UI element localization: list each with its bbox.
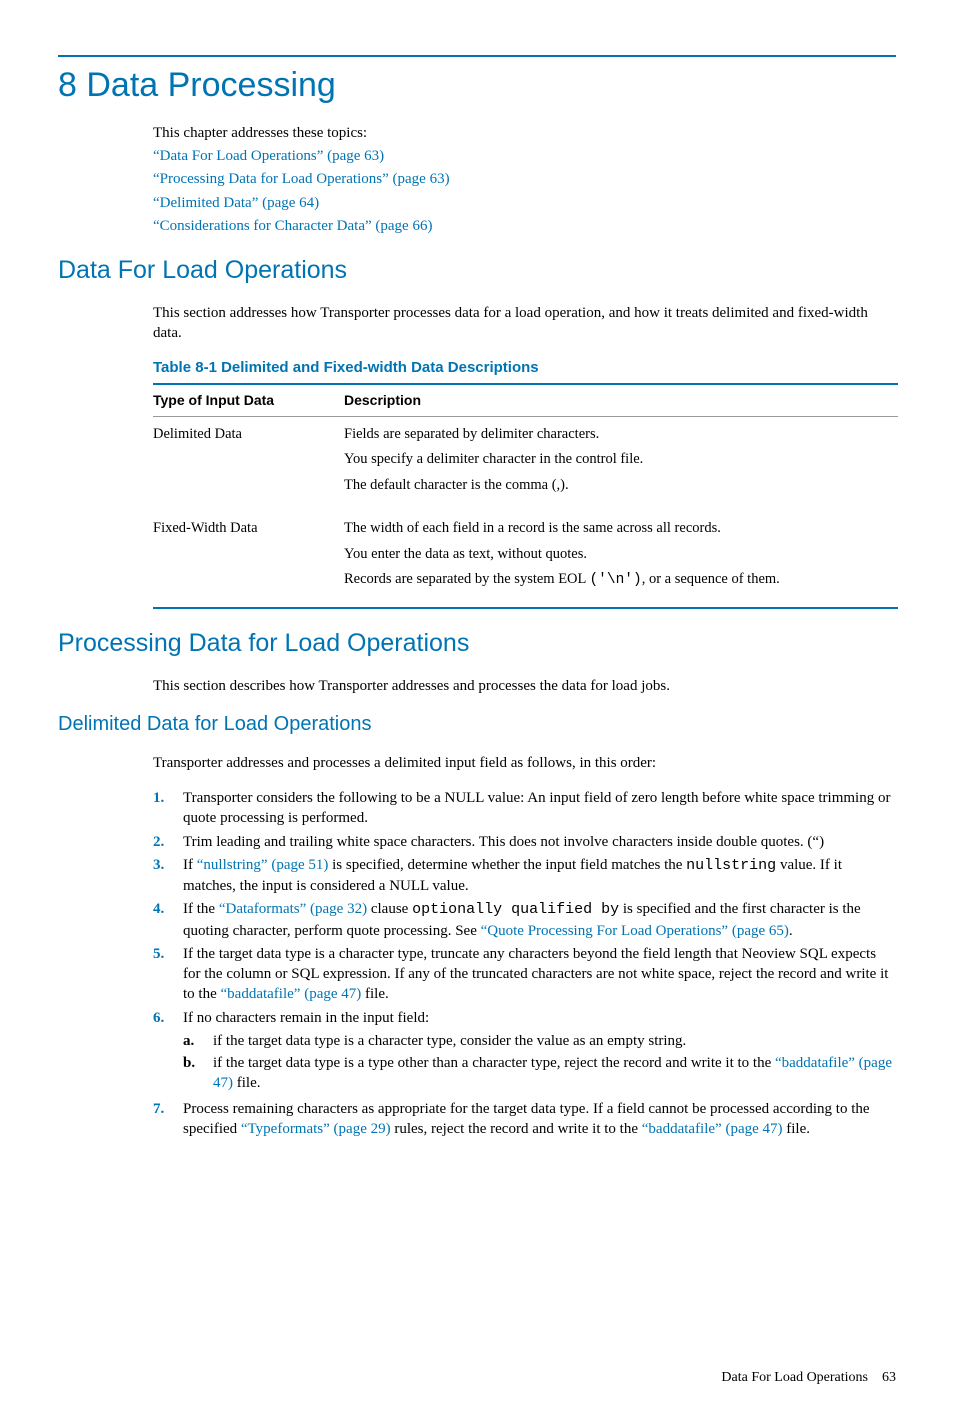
fixed-d3b: ('\n') [589,572,641,588]
table-8-1-title: Table 8-1 Delimited and Fixed-width Data… [153,358,896,378]
xref-baddatafile-1[interactable]: “baddatafile” (page 47) [221,986,362,1002]
chapter-title: 8 Data Processing [58,63,896,109]
footer-page-number: 63 [882,1370,896,1385]
t: If the [183,901,219,917]
xref-quote-processing[interactable]: “Quote Processing For Load Operations” (… [481,923,789,939]
section-data-for-load: Data For Load Operations [58,254,896,288]
th-type: Type of Input Data [153,384,344,416]
t: file. [783,1121,811,1137]
subsection-delimited-data: Delimited Data for Load Operations [58,711,896,738]
intro-lead: This chapter addresses these topics: [153,123,896,143]
footer-label: Data For Load Operations [721,1370,868,1385]
sub-text: if the target data type is a type other … [213,1053,896,1094]
intro-link-4[interactable]: “Considerations for Character Data” (pag… [153,218,432,234]
step-num: 6. [153,1008,183,1096]
xref-baddatafile-3[interactable]: “baddatafile” (page 47) [642,1121,783,1137]
step-1: 1.Transporter considers the following to… [153,788,896,829]
t: clause [367,901,412,917]
step-num: 4. [153,899,183,941]
fixed-d3c: , or a sequence of them. [642,571,780,587]
table-8-1: Type of Input Data Description Delimited… [153,383,898,609]
intro-link-1[interactable]: “Data For Load Operations” (page 63) [153,148,384,164]
table-row: Fixed-Width Data The width of each field… [153,511,898,608]
xref-nullstring[interactable]: “nullstring” (page 51) [197,857,329,873]
cell-desc-fixed: The width of each field in a record is t… [344,511,898,608]
sub-num: a. [183,1031,213,1051]
sub-list: a.if the target data type is a character… [183,1031,896,1094]
sub-para: Transporter addresses and processes a de… [153,753,896,773]
xref-dataformats[interactable]: “Dataformats” (page 32) [219,901,367,917]
sec1-para: This section addresses how Transporter p… [153,303,896,344]
step-num: 5. [153,944,183,1005]
page-footer: Data For Load Operations 63 [58,1369,896,1388]
step-2: 2.Trim leading and trailing white space … [153,832,896,852]
t: file. [233,1075,261,1091]
fixed-d3a: Records are separated by the system EOL [344,571,589,587]
sub-body: Transporter addresses and processes a de… [153,753,896,1139]
section-processing-data: Processing Data for Load Operations [58,627,896,661]
step-num: 1. [153,788,183,829]
step-text: If the “Dataformats” (page 32) clause op… [183,899,896,941]
substep-a: a.if the target data type is a character… [183,1031,896,1051]
cell-type-delimited: Delimited Data [153,416,344,511]
steps-list: 1.Transporter considers the following to… [153,788,896,1139]
step-6: 6. If no characters remain in the input … [153,1008,896,1096]
step-text: If the target data type is a character t… [183,944,896,1005]
code: nullstring [686,857,776,874]
t: rules, reject the record and write it to… [391,1121,642,1137]
intro-link-2[interactable]: “Processing Data for Load Operations” (p… [153,171,450,187]
t: is specified, determine whether the inpu… [328,857,686,873]
sub-text: if the target data type is a character t… [213,1031,896,1051]
t: file. [361,986,389,1002]
cell-type-fixed: Fixed-Width Data [153,511,344,608]
sec2-body: This section describes how Transporter a… [153,676,896,696]
t: If no characters remain in the input fie… [183,1010,429,1026]
step-text: Process remaining characters as appropri… [183,1099,896,1140]
delim-d2: You specify a delimiter character in the… [344,450,892,470]
step-3: 3.If “nullstring” (page 51) is specified… [153,855,896,897]
fixed-d3: Records are separated by the system EOL … [344,570,892,591]
step-text: If “nullstring” (page 51) is specified, … [183,855,896,897]
top-rule [58,55,896,57]
step-4: 4.If the “Dataformats” (page 32) clause … [153,899,896,941]
step-7: 7.Process remaining characters as approp… [153,1099,896,1140]
step-text: Trim leading and trailing white space ch… [183,832,896,852]
t: . [789,923,793,939]
table-row: Delimited Data Fields are separated by d… [153,416,898,511]
code: optionally qualified by [412,901,619,918]
substep-b: b.if the target data type is a type othe… [183,1053,896,1094]
sec1-body: This section addresses how Transporter p… [153,303,896,609]
step-num: 3. [153,855,183,897]
step-num: 2. [153,832,183,852]
t: if the target data type is a type other … [213,1055,775,1071]
delim-d1: Fields are separated by delimiter charac… [344,425,892,445]
sub-num: b. [183,1053,213,1094]
xref-typeformats[interactable]: “Typeformats” (page 29) [241,1121,391,1137]
cell-desc-delimited: Fields are separated by delimiter charac… [344,416,898,511]
th-desc: Description [344,384,898,416]
step-5: 5.If the target data type is a character… [153,944,896,1005]
intro-block: This chapter addresses these topics: “Da… [153,123,896,236]
fixed-d2: You enter the data as text, without quot… [344,545,892,565]
step-text: If no characters remain in the input fie… [183,1008,896,1096]
sec2-para: This section describes how Transporter a… [153,676,896,696]
t: If [183,857,197,873]
fixed-d1: The width of each field in a record is t… [344,519,892,539]
step-text: Transporter considers the following to b… [183,788,896,829]
intro-link-3[interactable]: “Delimited Data” (page 64) [153,195,319,211]
delim-d3: The default character is the comma (,). [344,476,892,496]
step-num: 7. [153,1099,183,1140]
